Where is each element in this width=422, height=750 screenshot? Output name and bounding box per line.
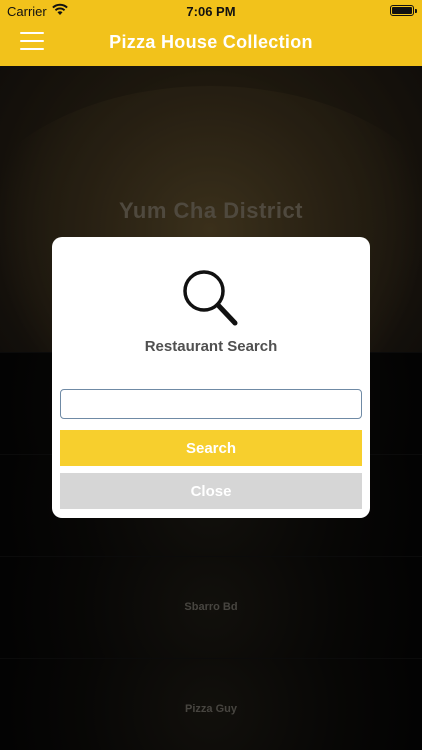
top-bar: Carrier 7:06 PM Pizza House Collection [0,0,422,66]
search-icon [183,270,238,326]
close-button[interactable]: Close [60,473,362,509]
dialog-heading: Restaurant Search [144,338,278,355]
search-dialog: Restaurant Search Search Close [52,237,370,518]
status-bar: Carrier 7:06 PM [0,0,422,22]
status-time: 7:06 PM [186,4,236,19]
page-title: Pizza House Collection [109,32,313,52]
search-button[interactable]: Search [60,430,362,466]
search-input[interactable] [60,389,362,419]
battery-icon [390,5,417,16]
